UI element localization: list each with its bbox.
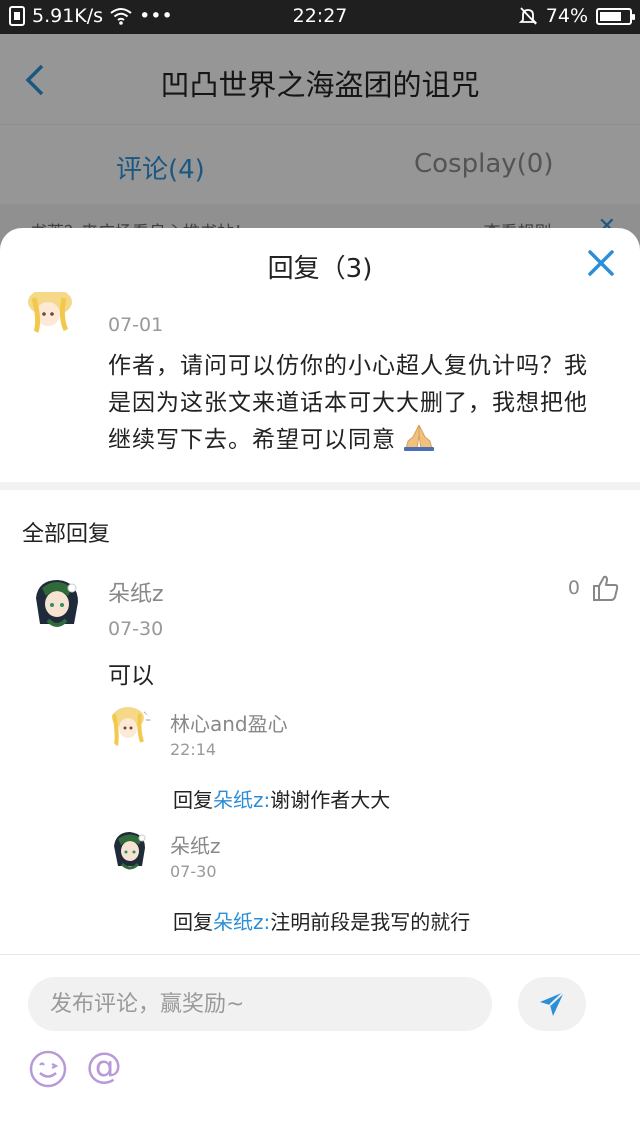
sub-reply-message: 谢谢作者大大 (270, 788, 391, 812)
mention-link[interactable]: 朵纸z: (213, 910, 270, 934)
avatar[interactable] (24, 292, 76, 336)
reply-prefix: 回复 (173, 788, 213, 812)
avatar[interactable] (108, 828, 152, 872)
avatar[interactable] (108, 706, 152, 750)
battery-percent: 74% (545, 5, 588, 27)
mention-at-button[interactable]: @ (86, 1045, 122, 1089)
reply-prefix: 回复 (173, 910, 213, 934)
comment-date: 07-01 (108, 314, 164, 336)
comment-body: 作者，请问可以仿你的小心超人复仇计吗？我是因为这张文来道话本可大大删了，我想把他… (108, 348, 608, 459)
reply-author[interactable]: 朵纸z (108, 576, 164, 608)
sub-reply-author[interactable]: 林心and盈心 (170, 708, 288, 737)
battery-icon (596, 7, 635, 25)
avatar[interactable] (28, 574, 86, 632)
sub-reply-message: 注明前段是我写的就行 (270, 910, 471, 934)
close-icon[interactable] (586, 248, 616, 278)
emoji-icon[interactable] (28, 1049, 68, 1089)
sub-reply-text: 回复朵纸z:注明前段是我写的就行 (173, 906, 470, 935)
sub-reply-author[interactable]: 朵纸z (170, 830, 221, 859)
like-count: 0 (567, 577, 580, 599)
status-bar: 5.91K/s ••• 22:27 74% (0, 0, 640, 34)
reply-date: 07-30 (108, 618, 164, 640)
comment-composer: @ (0, 954, 640, 1138)
reply-text: 可以 (108, 663, 154, 689)
like-button[interactable]: 0 (568, 574, 620, 602)
thumbs-up-icon[interactable] (592, 574, 620, 602)
send-icon (540, 991, 565, 1016)
bell-muted-icon (518, 6, 538, 26)
all-replies-heading: 全部回复 (22, 522, 111, 547)
comment-text: 作者，请问可以仿你的小心超人复仇计吗？我是因为这张文来道话本可大大删了，我想把他… (108, 353, 588, 453)
comment-input[interactable] (28, 977, 492, 1031)
send-button[interactable] (518, 977, 586, 1031)
sheet-title: 回复（3) (267, 254, 373, 284)
mention-link[interactable]: 朵纸z: (213, 788, 270, 812)
praying-hands-icon (404, 424, 434, 451)
sub-reply-date: 22:14 (170, 740, 217, 759)
section-divider (0, 482, 640, 490)
sub-reply-text: 回复朵纸z:谢谢作者大大 (173, 784, 390, 813)
sub-reply-date: 07-30 (170, 862, 217, 881)
